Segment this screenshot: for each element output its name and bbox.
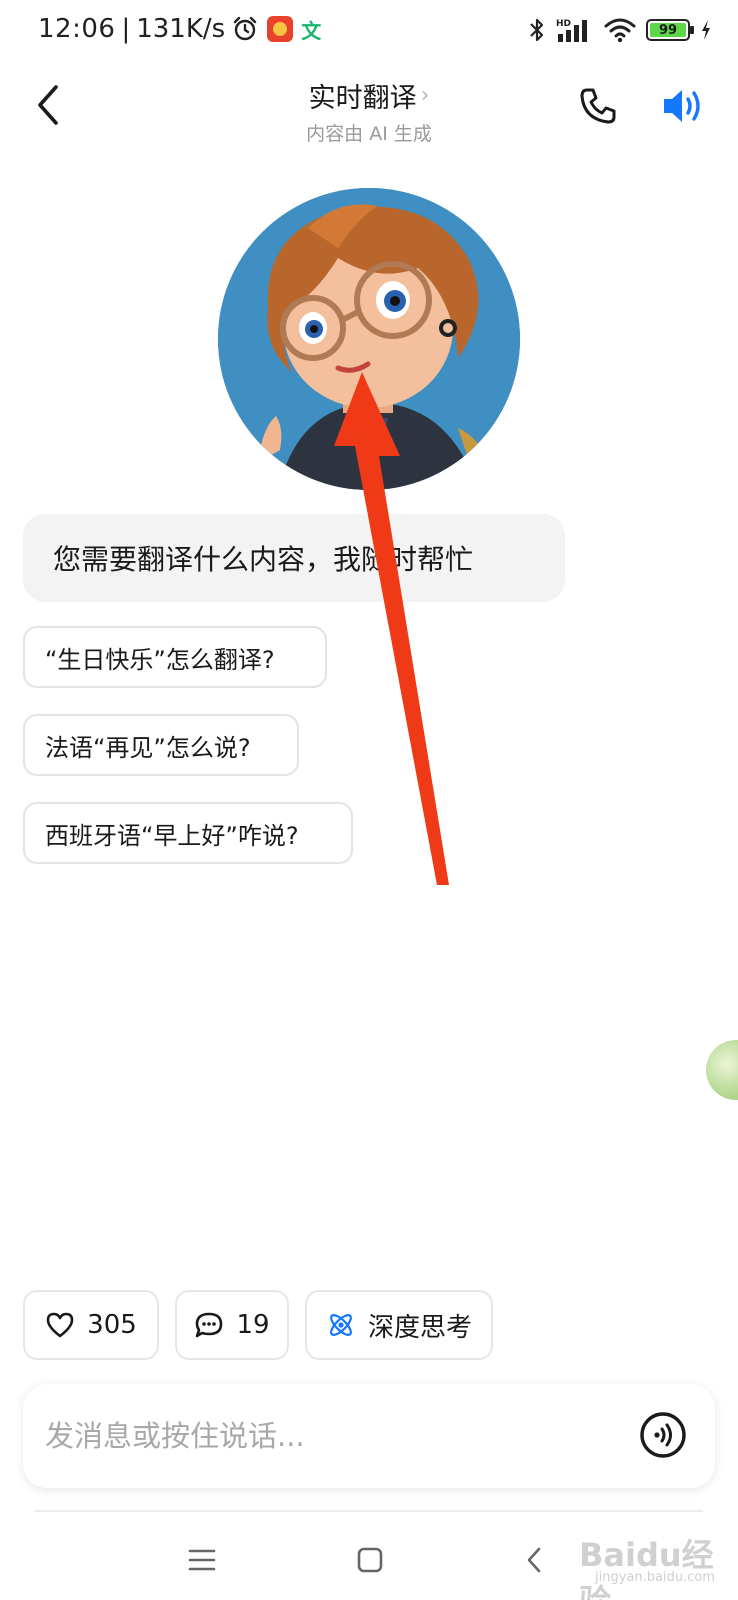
speaker-toggle-button[interactable] [660,84,706,128]
like-count: 305 [87,1310,137,1340]
floating-assistant-bubble[interactable] [706,1040,738,1100]
message-input[interactable] [45,1414,605,1458]
deep-think-label: 深度思考 [367,1312,472,1343]
nav-back-button[interactable] [512,1538,556,1582]
avatar-illustration [218,188,520,490]
network-speed: 131K/s [136,14,226,44]
call-button[interactable] [578,86,618,126]
bot-avatar[interactable] [218,188,520,490]
bot-title-text: 实时翻译 [308,83,417,114]
notification-icons: 文 [231,15,321,44]
status-time: 12:06 [38,14,116,44]
watermark-text: Baidu经验 [579,1536,714,1600]
chat-header: 实时翻译 › 内容由 AI 生成 [0,66,738,152]
wifi-icon [604,18,636,43]
bluetooth-icon [530,18,544,42]
comment-count: 19 [236,1310,270,1340]
atom-icon [330,1314,352,1336]
menu-icon [188,1549,216,1571]
ai-disclaimer: 内容由 AI 生成 [306,123,432,145]
suggestion-chip[interactable]: 西班牙语“早上好”咋说? [23,802,353,864]
suggestion-chip[interactable]: 法语“再见”怎么说? [23,714,299,776]
nav-home-button[interactable] [348,1538,392,1582]
home-square-icon [357,1547,383,1573]
watermark-sub: jingyan.baidu.com [595,1570,715,1585]
wen-app-icon: 文 [301,18,322,43]
comment-button[interactable]: 19 [175,1290,289,1360]
phone-icon [580,88,616,124]
status-left: 12:06 | 131K/s 文 [38,14,321,44]
alarm-icon [233,16,257,41]
baidu-watermark: Baidu经验 jingyan.baidu.com [555,1526,725,1600]
deep-think-button[interactable]: 深度思考 [305,1290,493,1360]
bot-title[interactable]: 实时翻译 › [309,76,430,115]
taobao-app-icon [267,16,294,42]
battery-level: 99 [650,23,686,38]
status-bar: 12:06 | 131K/s 文 HD 99 [0,0,738,64]
voice-call-button[interactable] [638,1410,688,1460]
chevron-left-icon [527,1547,541,1573]
status-separator: | [121,14,131,44]
speaker-icon [664,90,700,122]
like-button[interactable]: 305 [23,1290,159,1360]
heart-icon [46,1312,74,1338]
signal-icon: HD [556,19,587,42]
charging-icon [702,20,710,40]
status-right: HD 99 [528,16,712,44]
battery-icon: 99 [646,19,694,41]
bot-message-bubble: 您需要翻译什么内容，我随时帮忙 [23,514,565,602]
title-block[interactable]: 实时翻译 › 内容由 AI 生成 [0,76,738,146]
divider [35,1510,703,1512]
hd-label: HD [556,19,571,29]
comment-icon [196,1312,223,1338]
nav-recents-button[interactable] [180,1538,224,1582]
message-composer [23,1384,715,1488]
chevron-right-icon: › [420,83,430,108]
suggestion-chip[interactable]: “生日快乐”怎么翻译? [23,626,327,688]
voice-wave-icon [640,1412,686,1458]
